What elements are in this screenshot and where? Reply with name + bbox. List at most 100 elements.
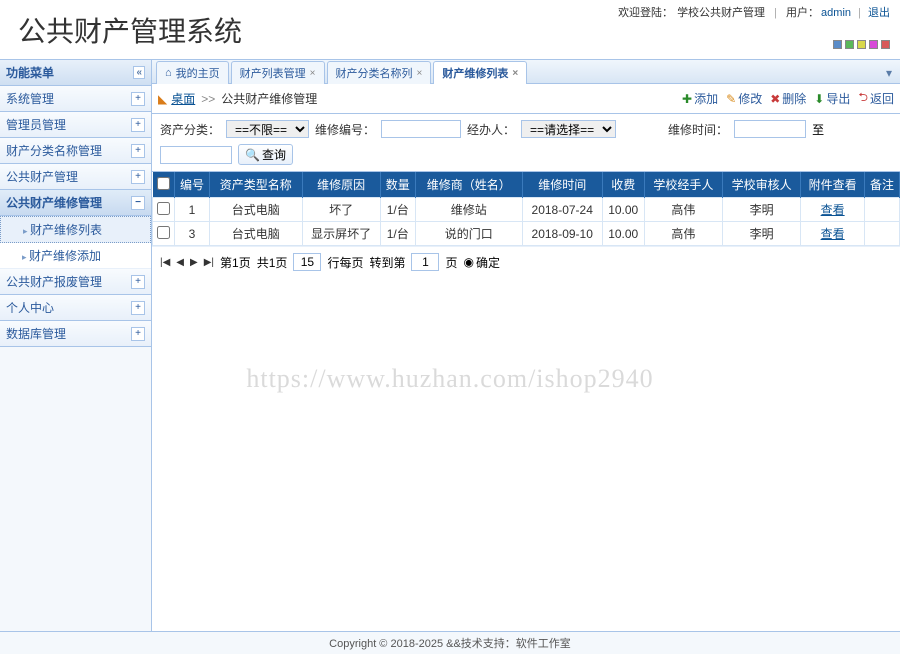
close-icon[interactable]: × — [512, 68, 518, 79]
cell-qty: 1/台 — [380, 198, 415, 222]
sidebar-item-label: 公共财产维修管理 — [6, 194, 102, 211]
delete-button[interactable]: ✖删除 — [770, 88, 806, 109]
sidebar-item[interactable]: 管理员管理+ — [0, 112, 151, 138]
expand-icon[interactable]: + — [131, 170, 145, 184]
sidebar-item[interactable]: 数据库管理+ — [0, 321, 151, 347]
expand-icon[interactable]: − — [131, 196, 145, 210]
first-page-icon[interactable]: |◀ — [160, 257, 170, 268]
back-button[interactable]: ⮌返回 — [858, 88, 894, 109]
table-row: 3台式电脑显示屏坏了1/台说的门口2018-09-1010.00高伟李明查看 — [153, 222, 900, 246]
tab[interactable]: ⌂我的主页 — [156, 61, 229, 84]
expand-icon[interactable]: + — [131, 275, 145, 289]
table-row: 1台式电脑坏了1/台维修站2018-07-2410.00高伟李明查看 — [153, 198, 900, 222]
tab-label: 财产列表管理 — [240, 65, 306, 81]
sidebar-item-label: 系统管理 — [6, 90, 54, 107]
sidebar-item[interactable]: 财产分类名称管理 + — [0, 138, 151, 164]
tab[interactable]: 财产分类名称列× — [327, 61, 432, 84]
logout-link[interactable]: 退出 — [868, 7, 890, 19]
edit-button[interactable]: ✎修改 — [726, 88, 762, 109]
sidebar-item[interactable]: 个人中心 + — [0, 295, 151, 321]
sidebar-item[interactable]: 公共财产管理+ — [0, 164, 151, 190]
column-header: 维修时间 — [522, 172, 602, 198]
username-link[interactable]: admin — [821, 7, 851, 19]
sidebar-item[interactable]: 公共财产报废管理+ — [0, 269, 151, 295]
last-page-icon[interactable]: ▶| — [204, 257, 214, 268]
search-button[interactable]: 🔍查询 — [238, 144, 293, 165]
cell-qty: 1/台 — [380, 222, 415, 246]
cell-handler: 高伟 — [644, 222, 722, 246]
sidebar-collapse-icon[interactable]: « — [133, 66, 145, 79]
pager: |◀ ◀ ▶ ▶| 第1页 共1页 行每页 转到第 页 ◉确定 — [152, 246, 900, 277]
data-table: 编号资产类型名称维修原因数量维修商（姓名）维修时间收费学校经手人学校审核人附件查… — [152, 172, 900, 246]
category-select[interactable]: ==不限== — [226, 120, 309, 138]
theme-square[interactable] — [857, 40, 866, 49]
time-from-input[interactable] — [734, 120, 806, 138]
view-link[interactable]: 查看 — [821, 203, 845, 217]
tab-label: 财产维修列表 — [442, 65, 508, 81]
cell-note — [865, 222, 900, 246]
tab[interactable]: 财产列表管理 × — [231, 61, 325, 84]
export-icon: ⬇ — [814, 92, 824, 106]
select-all-checkbox[interactable] — [157, 177, 170, 190]
breadcrumb-title: 公共财产维修管理 — [221, 90, 317, 107]
plus-icon: ✚ — [682, 92, 692, 106]
sidebar-item[interactable]: 公共财产维修管理 − — [0, 190, 151, 216]
cell-reason: 坏了 — [302, 198, 380, 222]
cell-date: 2018-07-24 — [522, 198, 602, 222]
search-icon: 🔍 — [245, 148, 260, 162]
welcome-label: 欢迎登陆： — [618, 7, 673, 19]
next-page-icon[interactable]: ▶ — [190, 257, 198, 268]
goto-label: 转到第 — [369, 254, 405, 271]
goto-ok-button[interactable]: ◉确定 — [463, 254, 500, 271]
tabs-collapse-icon[interactable]: ▾ — [882, 66, 896, 80]
per-page-label: 行每页 — [327, 254, 363, 271]
breadcrumb-bar: ◣ 桌面 >> 公共财产维修管理 ✚添加 ✎修改 ✖删除 ⬇导出 ⮌返回 — [152, 84, 900, 114]
header-user-bar: 欢迎登陆：学校公共财产管理 | 用户：admin | 退出 — [616, 4, 890, 20]
repair-no-input[interactable] — [381, 120, 461, 138]
theme-square[interactable] — [881, 40, 890, 49]
column-header: 附件查看 — [801, 172, 865, 198]
add-button[interactable]: ✚添加 — [682, 88, 718, 109]
prev-page-icon[interactable]: ◀ — [176, 257, 184, 268]
expand-icon[interactable]: + — [131, 118, 145, 132]
time-to-label: 至 — [812, 121, 824, 138]
expand-icon[interactable]: + — [131, 92, 145, 106]
goto-input[interactable] — [411, 253, 439, 271]
cell-auditor: 李明 — [723, 198, 801, 222]
breadcrumb-home[interactable]: 桌面 — [171, 90, 195, 107]
expand-icon[interactable]: + — [131, 144, 145, 158]
column-header: 收费 — [602, 172, 644, 198]
delete-icon: ✖ — [770, 92, 780, 106]
theme-square[interactable] — [833, 40, 842, 49]
sidebar-item-label: 个人中心 — [6, 299, 54, 316]
sidebar-item[interactable]: 系统管理 + — [0, 86, 151, 112]
row-checkbox[interactable] — [157, 226, 170, 239]
theme-squares — [830, 38, 890, 52]
column-header: 编号 — [175, 172, 210, 198]
sidebar-subitem[interactable]: 财产维修列表 — [0, 216, 151, 243]
expand-icon[interactable]: + — [131, 301, 145, 315]
row-checkbox[interactable] — [157, 202, 170, 215]
cell-type: 台式电脑 — [209, 222, 302, 246]
cell-reason: 显示屏坏了 — [302, 222, 380, 246]
theme-square[interactable] — [845, 40, 854, 49]
handler-select[interactable]: ==请选择== — [521, 120, 616, 138]
close-icon[interactable]: × — [417, 68, 423, 79]
breadcrumb-icon: ◣ — [158, 92, 167, 106]
view-link[interactable]: 查看 — [821, 227, 845, 241]
sidebar-title: 功能菜单 — [6, 64, 54, 81]
export-button[interactable]: ⬇导出 — [814, 88, 850, 109]
cell-handler: 高伟 — [644, 198, 722, 222]
column-header: 维修原因 — [302, 172, 380, 198]
sidebar-subitem[interactable]: 财产维修添加 — [0, 243, 151, 269]
sidebar-header: 功能菜单 « — [0, 60, 151, 86]
expand-icon[interactable]: + — [131, 327, 145, 341]
footer: Copyright © 2018-2025 &&技术支持：软件工作室 — [0, 631, 900, 654]
close-icon[interactable]: × — [310, 68, 316, 79]
tab[interactable]: 财产维修列表 × — [433, 61, 527, 84]
theme-square[interactable] — [869, 40, 878, 49]
per-page-input[interactable] — [293, 253, 321, 271]
tab-bar: ⌂我的主页财产列表管理×财产分类名称列×财产维修列表×▾ — [152, 60, 900, 84]
sidebar-item-label: 财产分类名称管理 — [6, 142, 102, 159]
time-to-input[interactable] — [160, 146, 232, 164]
